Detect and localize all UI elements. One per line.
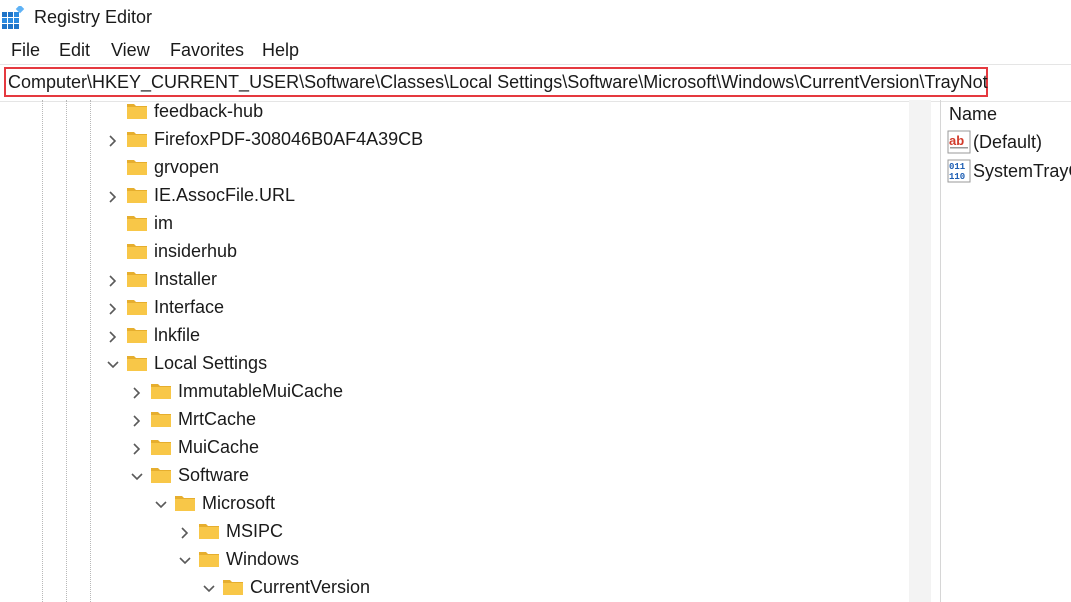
folder-icon: [199, 524, 219, 539]
values-pane: Name ab (Default) 011 110 SystemTrayC: [941, 100, 1071, 602]
tree-node-label: Microsoft: [202, 493, 276, 513]
folder-icon: [127, 272, 147, 287]
tree-node[interactable]: IE.AssocFile.URL: [0, 184, 900, 212]
address-bar: [0, 64, 1071, 102]
tree-node-label: MrtCache: [178, 409, 257, 429]
tree-scrollbar[interactable]: [909, 100, 931, 602]
tree-node[interactable]: MrtCache: [0, 408, 900, 436]
tree-node-label: insiderhub: [154, 241, 238, 261]
folder-icon: [127, 216, 147, 231]
tree-node[interactable]: CurrentVersion: [0, 576, 900, 602]
tree-node[interactable]: im: [0, 212, 900, 240]
chevron-right-icon[interactable]: [130, 386, 144, 400]
folder-icon: [127, 104, 147, 119]
folder-icon: [127, 188, 147, 203]
tree-node-label: Software: [178, 465, 250, 485]
tree-node-label: Interface: [154, 297, 225, 317]
chevron-right-icon[interactable]: [130, 442, 144, 456]
column-header-name[interactable]: Name: [949, 104, 997, 125]
binary-value-icon: 011 110: [947, 159, 971, 183]
folder-icon: [127, 356, 147, 371]
folder-icon: [127, 244, 147, 259]
chevron-right-icon[interactable]: [130, 414, 144, 428]
tree-node-label: FirefoxPDF-308046B0AF4A39CB: [154, 129, 424, 149]
tree-node-label: MSIPC: [226, 521, 284, 541]
tree-node-label: CurrentVersion: [250, 577, 371, 597]
folder-icon: [199, 552, 219, 567]
tree-node[interactable]: Interface: [0, 296, 900, 324]
chevron-right-icon[interactable]: [178, 526, 192, 540]
folder-icon: [151, 412, 171, 427]
tree-node[interactable]: MSIPC: [0, 520, 900, 548]
chevron-down-icon[interactable]: [154, 498, 168, 512]
window-title: Registry Editor: [34, 7, 153, 27]
chevron-right-icon[interactable]: [106, 274, 120, 288]
svg-text:110: 110: [949, 172, 965, 182]
tree-node-label: IE.AssocFile.URL: [154, 185, 296, 205]
chevron-right-icon[interactable]: [106, 134, 120, 148]
menu-help[interactable]: Help: [262, 40, 299, 61]
tree-node[interactable]: grvopen: [0, 156, 900, 184]
tree-node[interactable]: ImmutableMuiCache: [0, 380, 900, 408]
registry-editor-icon: [2, 6, 25, 29]
string-value-icon: ab: [947, 130, 971, 154]
value-row[interactable]: 011 110 SystemTrayC: [945, 159, 1071, 185]
chevron-right-icon[interactable]: [106, 302, 120, 316]
tree-node[interactable]: Local Settings: [0, 352, 900, 380]
folder-icon: [223, 580, 243, 595]
tree-node[interactable]: insiderhub: [0, 240, 900, 268]
chevron-down-icon[interactable]: [202, 582, 216, 596]
menu-file[interactable]: File: [11, 40, 40, 61]
folder-icon: [127, 328, 147, 343]
svg-text:011: 011: [949, 162, 966, 172]
chevron-right-icon[interactable]: [106, 190, 120, 204]
tree-node-label: im: [154, 213, 173, 233]
folder-icon: [127, 160, 147, 175]
folder-icon: [127, 132, 147, 147]
tree-node-label: Local Settings: [154, 353, 268, 373]
tree-node[interactable]: Software: [0, 464, 900, 492]
tree-node[interactable]: Microsoft: [0, 492, 900, 520]
chevron-right-icon[interactable]: [106, 330, 120, 344]
tree-node-label: lnkfile: [154, 325, 201, 345]
tree-node-label: MuiCache: [178, 437, 260, 457]
folder-icon: [151, 440, 171, 455]
menu-edit[interactable]: Edit: [59, 40, 90, 61]
folder-icon: [151, 468, 171, 483]
value-name: (Default): [973, 132, 1043, 152]
tree-node[interactable]: Installer: [0, 268, 900, 296]
chevron-down-icon[interactable]: [106, 358, 120, 372]
tree-node[interactable]: Windows: [0, 548, 900, 576]
chevron-down-icon[interactable]: [178, 554, 192, 568]
tree-node[interactable]: FirefoxPDF-308046B0AF4A39CB: [0, 128, 900, 156]
key-tree: feedback-hub FirefoxPDF-308046B0AF4A39CB g…: [0, 100, 938, 602]
chevron-down-icon[interactable]: [130, 470, 144, 484]
tree-node[interactable]: MuiCache: [0, 436, 900, 464]
folder-icon: [151, 384, 171, 399]
value-name: SystemTrayC: [973, 161, 1071, 181]
tree-node-label: Windows: [226, 549, 300, 569]
menu-view[interactable]: View: [111, 40, 150, 61]
menu-favorites[interactable]: Favorites: [170, 40, 244, 61]
menu-bar: File Edit View Favorites Help: [0, 36, 1071, 64]
title-bar: Registry Editor: [0, 0, 1071, 36]
tree-node-label: Installer: [154, 269, 218, 289]
folder-icon: [127, 300, 147, 315]
tree-node-label: ImmutableMuiCache: [178, 381, 344, 401]
tree-node[interactable]: feedback-hub: [0, 100, 900, 128]
value-row[interactable]: ab (Default): [945, 130, 1071, 156]
svg-text:ab: ab: [949, 133, 964, 148]
tree-node-label: grvopen: [154, 157, 220, 177]
tree-node-label: feedback-hub: [154, 101, 264, 121]
address-input[interactable]: [6, 69, 990, 95]
folder-icon: [175, 496, 195, 511]
tree-node[interactable]: lnkfile: [0, 324, 900, 352]
